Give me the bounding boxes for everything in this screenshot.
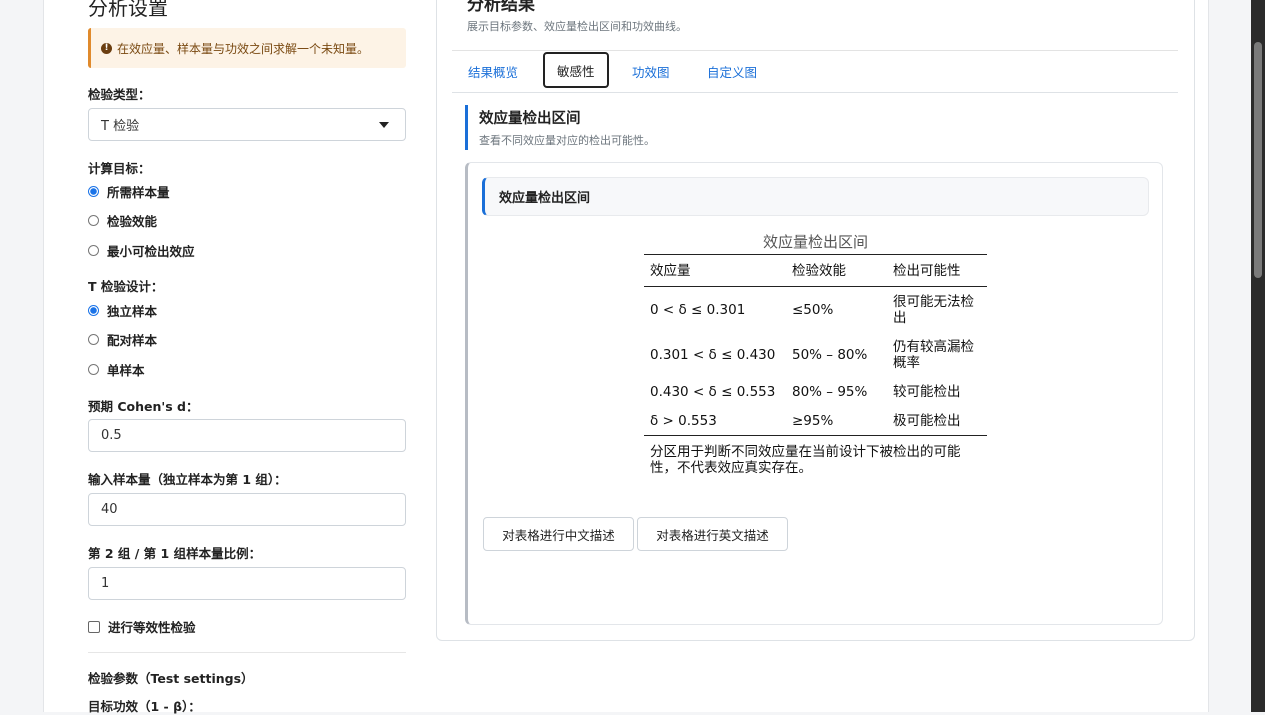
table-cell: 0.430 < δ ≤ 0.553 xyxy=(650,384,776,400)
tab-custom-plot[interactable]: 自定义图 xyxy=(707,52,757,90)
table-note: 分区用于判断不同效应量在当前设计下被检出的可能性，不代表效应真实存在。 xyxy=(650,444,961,476)
tab-power-plot[interactable]: 功效图 xyxy=(632,52,670,90)
table-header-rule xyxy=(644,286,987,287)
results-title: 分析结果 xyxy=(467,0,535,15)
radio-design-paired[interactable]: 配对样本 xyxy=(88,330,157,349)
table-cell: ≥95% xyxy=(792,413,834,429)
radio-checked-icon xyxy=(88,186,99,197)
radio-target-power[interactable]: 检验效能 xyxy=(88,211,157,230)
table-header-detectability: 检出可能性 xyxy=(893,263,961,279)
radio-unchecked-icon xyxy=(88,245,99,256)
results-subtitle: 展示目标参数、效应量检出区间和功效曲线。 xyxy=(467,20,687,33)
sidebar-divider xyxy=(88,652,406,653)
tab-overview[interactable]: 结果概览 xyxy=(468,52,518,90)
section-title: 效应量检出区间 xyxy=(479,111,581,127)
checkbox-unchecked-icon xyxy=(88,620,100,633)
radio-label: 检验效能 xyxy=(107,214,158,229)
table-header-effect: 效应量 xyxy=(650,263,691,279)
radio-label: 单样本 xyxy=(107,363,145,378)
test-settings-label: 检验参数（Test settings） xyxy=(88,671,254,686)
radio-design-independent[interactable]: 独立样本 xyxy=(88,301,157,320)
section-subtitle: 查看不同效应量对应的检出可能性。 xyxy=(479,134,655,147)
table-top-rule xyxy=(644,254,987,255)
table-cell: 50% – 80% xyxy=(792,347,868,363)
sample-size-input[interactable]: 40 xyxy=(88,493,406,526)
results-header-divider xyxy=(452,50,1178,51)
section-accent-bar xyxy=(465,105,468,150)
ratio-value: 1 xyxy=(101,576,110,591)
results-tabs: 结果概览 敏感性 功效图 自定义图 xyxy=(452,52,1178,93)
tab-sensitivity[interactable]: 敏感性 xyxy=(543,52,609,88)
radio-target-min-effect[interactable]: 最小可检出效应 xyxy=(88,241,195,260)
cohen-d-value: 0.5 xyxy=(101,428,122,443)
caret-down-icon xyxy=(379,122,389,128)
alert-text: 在效应量、样本量与功效之间求解一个未知量。 xyxy=(117,41,370,56)
radio-label: 最小可检出效应 xyxy=(107,244,195,259)
cohen-d-label: 预期 Cohen's d： xyxy=(88,399,199,414)
describe-chinese-button[interactable]: 对表格进行中文描述 xyxy=(483,517,634,551)
panel-header: 效应量检出区间 xyxy=(482,177,1149,216)
ratio-input[interactable]: 1 xyxy=(88,567,406,600)
equivalence-checkbox[interactable]: 进行等效性检验 xyxy=(88,617,196,636)
scrollbar-thumb[interactable] xyxy=(1254,42,1262,278)
sample-size-value: 40 xyxy=(101,502,118,517)
target-power-label: 目标功效（1 - β）： xyxy=(88,699,201,714)
checkbox-label: 进行等效性检验 xyxy=(108,620,196,635)
ratio-label: 第 2 组 / 第 1 组样本量比例： xyxy=(88,546,262,561)
settings-sidebar: 分析设置 ! 在效应量、样本量与功效之间求解一个未知量。 检验类型： T 检验 … xyxy=(88,0,406,714)
table-cell: 较可能检出 xyxy=(893,384,961,400)
table-caption: 效应量检出区间 xyxy=(762,233,868,251)
table-cell: 0.301 < δ ≤ 0.430 xyxy=(650,347,776,363)
exclamation-icon: ! xyxy=(101,42,112,54)
table-bottom-rule xyxy=(644,435,987,436)
radio-unchecked-icon xyxy=(88,334,99,345)
test-type-select[interactable]: T 检验 xyxy=(88,108,406,141)
table-cell: ≤50% xyxy=(792,302,834,318)
describe-english-button[interactable]: 对表格进行英文描述 xyxy=(637,517,788,551)
table-cell: 80% – 95% xyxy=(792,384,868,400)
table-cell: 很可能无法检出 xyxy=(893,294,974,326)
radio-unchecked-icon xyxy=(88,364,99,375)
design-label: T 检验设计： xyxy=(88,279,164,294)
radio-label: 所需样本量 xyxy=(107,185,170,200)
radio-target-sample-size[interactable]: 所需样本量 xyxy=(88,182,170,201)
test-type-value: T 检验 xyxy=(101,119,140,134)
radio-unchecked-icon xyxy=(88,215,99,226)
info-alert: ! 在效应量、样本量与功效之间求解一个未知量。 xyxy=(88,28,406,68)
sample-size-label: 输入样本量（独立样本为第 1 组）： xyxy=(88,472,287,487)
radio-label: 配对样本 xyxy=(107,333,158,348)
test-type-label: 检验类型： xyxy=(88,87,151,102)
table-cell: 0 < δ ≤ 0.301 xyxy=(650,302,746,318)
table-cell: δ > 0.553 xyxy=(650,413,717,429)
radio-checked-icon xyxy=(88,305,99,316)
table-cell: 仍有较高漏检概率 xyxy=(893,339,974,371)
table-header-power: 检验效能 xyxy=(792,263,846,279)
cohen-d-input[interactable]: 0.5 xyxy=(88,419,406,452)
radio-design-one-sample[interactable]: 单样本 xyxy=(88,360,145,379)
table-cell: 极可能检出 xyxy=(893,413,961,429)
sidebar-title: 分析设置 xyxy=(88,0,168,20)
radio-label: 独立样本 xyxy=(107,304,158,319)
target-label: 计算目标： xyxy=(88,161,151,176)
